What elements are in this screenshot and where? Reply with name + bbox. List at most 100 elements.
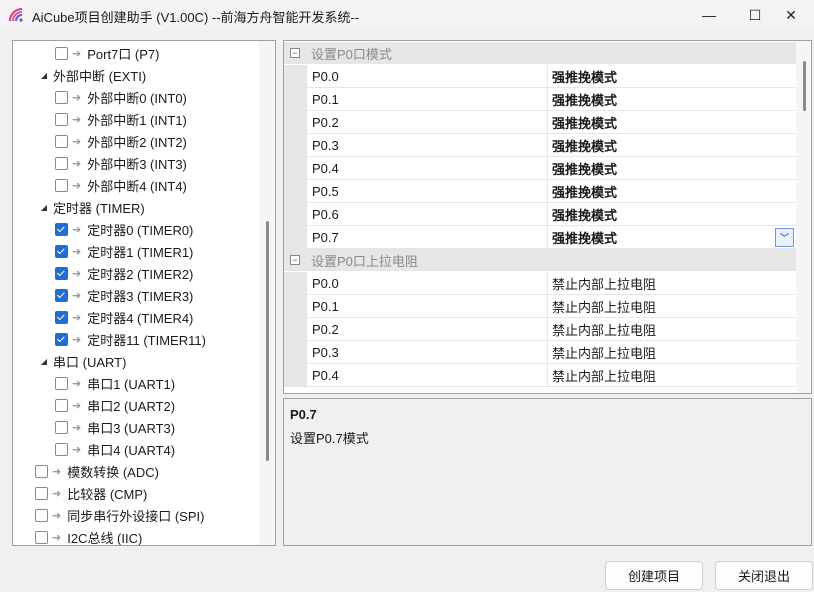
tree-group[interactable]: ◢ 外部中断 (EXTI) (39, 64, 146, 86)
tree-checkbox[interactable] (55, 156, 68, 170)
property-value[interactable]: 强推挽模式 (548, 180, 796, 203)
property-row[interactable]: P0.3 禁止内部上拉电阻 (284, 341, 796, 364)
tree-checkbox[interactable] (55, 266, 68, 280)
tree-item[interactable]: ➜ 比较器 (CMP) (35, 482, 147, 504)
close-exit-button[interactable]: 关闭退出 (715, 561, 813, 590)
tree-checkbox[interactable] (55, 332, 68, 346)
property-row[interactable]: P0.2 禁止内部上拉电阻 (284, 318, 796, 341)
tree-item[interactable]: ➜ 同步串行外设接口 (SPI) (35, 504, 204, 526)
property-name[interactable]: P0.5 (307, 180, 548, 203)
property-row[interactable]: P0.1 禁止内部上拉电阻 (284, 295, 796, 318)
property-value[interactable]: 强推挽模式 (548, 111, 796, 134)
grid-scrollbar[interactable] (796, 41, 811, 393)
tree-group[interactable]: ◢ 串口 (UART) (39, 350, 127, 372)
tree-checkbox[interactable] (55, 288, 68, 302)
tree-item[interactable]: ➜ 定时器4 (TIMER4) (55, 306, 193, 328)
property-value[interactable]: 禁止内部上拉电阻 (548, 272, 796, 295)
tree-checkbox[interactable] (55, 398, 68, 412)
property-value[interactable]: 强推挽模式 (548, 134, 796, 157)
property-value[interactable]: 强推挽模式 (548, 157, 796, 180)
property-grid[interactable]: − 设置P0口模式 P0.0 强推挽模式 P0.1 强推挽模式 P0.2 强推挽模式 P0.3 强… (283, 40, 812, 394)
tree-checkbox[interactable] (55, 420, 68, 434)
dropdown-chevron-icon[interactable]: ﹀ (775, 228, 794, 247)
expand-triangle-icon[interactable]: ◢ (39, 203, 49, 212)
property-name[interactable]: P0.4 (307, 364, 548, 387)
minimize-button[interactable]: — (686, 0, 732, 30)
tree-item[interactable]: ➜ 定时器11 (TIMER11) (55, 328, 206, 350)
property-row[interactable]: P0.3 强推挽模式 (284, 134, 796, 157)
property-value[interactable]: 强推挽模式 (548, 88, 796, 111)
expand-triangle-icon[interactable]: ◢ (39, 357, 49, 366)
tree-item[interactable]: ➜ 外部中断0 (INT0) (55, 86, 187, 108)
tree-checkbox[interactable] (55, 442, 68, 456)
property-value[interactable]: 强推挽模式 ﹀ (548, 226, 796, 249)
property-row[interactable]: P0.2 强推挽模式 (284, 111, 796, 134)
create-project-button[interactable]: 创建项目 (605, 561, 703, 590)
tree-item[interactable]: ➜ 串口3 (UART3) (55, 416, 175, 438)
tree-item[interactable]: ➜ 外部中断1 (INT1) (55, 108, 187, 130)
property-row[interactable]: P0.4 禁止内部上拉电阻 (284, 364, 796, 387)
tree-item[interactable]: ➜ Port7口 (P7) (55, 42, 159, 64)
property-name[interactable]: P0.0 (307, 272, 548, 295)
tree-group[interactable]: ◢ 定时器 (TIMER) (39, 196, 145, 218)
property-name[interactable]: P0.3 (307, 134, 548, 157)
close-button[interactable]: ✕ (768, 0, 814, 30)
property-name[interactable]: P0.0 (307, 65, 548, 88)
tree-item[interactable]: ➜ 定时器1 (TIMER1) (55, 240, 193, 262)
category-row[interactable]: − 设置P0口模式 (284, 42, 796, 64)
tree-item[interactable]: ➜ 定时器3 (TIMER3) (55, 284, 193, 306)
property-row[interactable]: P0.6 强推挽模式 (284, 203, 796, 226)
tree-checkbox[interactable] (35, 486, 48, 500)
tree-checkbox[interactable] (55, 178, 68, 192)
property-name[interactable]: P0.3 (307, 341, 548, 364)
property-value[interactable]: 强推挽模式 (548, 65, 796, 88)
tree-checkbox[interactable] (55, 46, 68, 60)
tree-checkbox[interactable] (55, 90, 68, 104)
tree-scrollbar-thumb[interactable] (266, 221, 269, 461)
tree-checkbox[interactable] (55, 134, 68, 148)
property-row[interactable]: P0.5 强推挽模式 (284, 180, 796, 203)
tree-item[interactable]: ➜ 模数转换 (ADC) (35, 460, 159, 482)
tree-item[interactable]: ➜ 串口2 (UART2) (55, 394, 175, 416)
property-name[interactable]: P0.4 (307, 157, 548, 180)
property-name[interactable]: P0.7 (307, 226, 548, 249)
tree-item[interactable]: ➜ I2C总线 (IIC) (35, 526, 142, 545)
property-value[interactable]: 禁止内部上拉电阻 (548, 318, 796, 341)
tree-checkbox[interactable] (55, 112, 68, 126)
property-name[interactable]: P0.1 (307, 295, 548, 318)
tree-checkbox[interactable] (35, 530, 48, 544)
tree-checkbox[interactable] (35, 508, 48, 522)
tree-item[interactable]: ➜ 串口1 (UART1) (55, 372, 175, 394)
tree-item[interactable]: ➜ 串口4 (UART4) (55, 438, 175, 460)
tree-item[interactable]: ➜ 外部中断3 (INT3) (55, 152, 187, 174)
property-name[interactable]: P0.2 (307, 111, 548, 134)
property-value[interactable]: 强推挽模式 (548, 203, 796, 226)
property-name[interactable]: P0.6 (307, 203, 548, 226)
property-value[interactable]: 禁止内部上拉电阻 (548, 341, 796, 364)
tree-checkbox[interactable] (55, 222, 68, 236)
grid-scrollbar-thumb[interactable] (803, 61, 806, 111)
peripheral-tree[interactable]: ➜ Port7口 (P7) ◢ 外部中断 (EXTI) ➜ 外部中断0 (INT0) ➜ 外部… (12, 40, 276, 546)
tree-checkbox[interactable] (35, 464, 48, 478)
property-name[interactable]: P0.2 (307, 318, 548, 341)
property-row[interactable]: P0.7 强推挽模式 ﹀ (284, 226, 796, 249)
tree-item[interactable]: ➜ 外部中断2 (INT2) (55, 130, 187, 152)
property-row[interactable]: P0.4 强推挽模式 (284, 157, 796, 180)
category-row[interactable]: − 设置P0口上拉电阻 (284, 249, 796, 271)
collapse-icon[interactable]: − (290, 255, 300, 265)
property-value[interactable]: 禁止内部上拉电阻 (548, 295, 796, 318)
expand-triangle-icon[interactable]: ◢ (39, 71, 49, 80)
property-name[interactable]: P0.1 (307, 88, 548, 111)
property-value[interactable]: 禁止内部上拉电阻 (548, 364, 796, 387)
tree-checkbox[interactable] (55, 376, 68, 390)
property-row[interactable]: P0.0 禁止内部上拉电阻 (284, 272, 796, 295)
property-row[interactable]: P0.1 强推挽模式 (284, 88, 796, 111)
tree-checkbox[interactable] (55, 244, 68, 258)
tree-item[interactable]: ➜ 外部中断4 (INT4) (55, 174, 187, 196)
tree-item[interactable]: ➜ 定时器0 (TIMER0) (55, 218, 193, 240)
tree-item[interactable]: ➜ 定时器2 (TIMER2) (55, 262, 193, 284)
tree-scrollbar[interactable] (259, 41, 275, 545)
collapse-icon[interactable]: − (290, 48, 300, 58)
property-row[interactable]: P0.0 强推挽模式 (284, 65, 796, 88)
tree-checkbox[interactable] (55, 310, 68, 324)
